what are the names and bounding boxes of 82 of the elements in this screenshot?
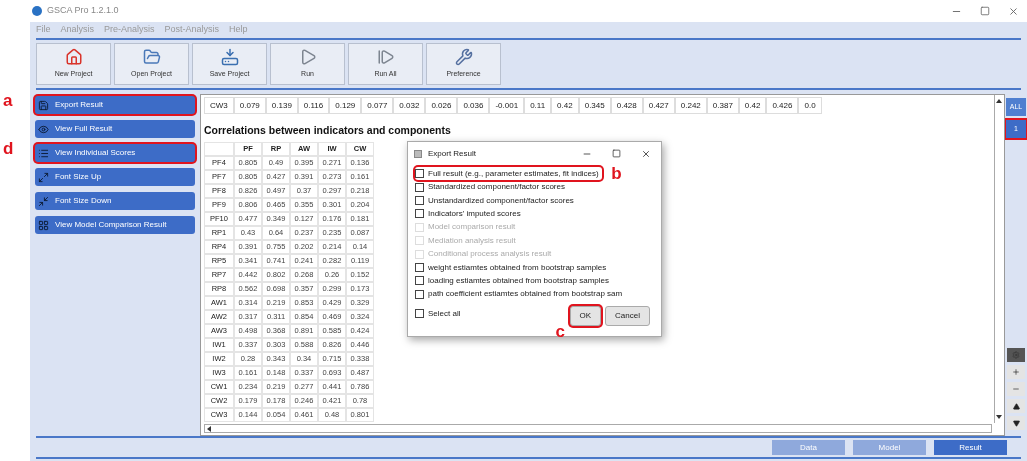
table-cell: 0.387 bbox=[706, 97, 739, 114]
checkbox[interactable] bbox=[415, 196, 424, 206]
plus-icon bbox=[1012, 368, 1020, 376]
shrink-icon bbox=[38, 195, 49, 207]
table-header bbox=[204, 141, 234, 156]
up-triangle-icon bbox=[1012, 402, 1020, 410]
step-icon bbox=[376, 48, 395, 67]
list-icon bbox=[38, 147, 49, 159]
app-icon bbox=[32, 6, 42, 16]
vertical-scrollbar[interactable] bbox=[994, 95, 1003, 423]
sidebar-button[interactable]: Export Result bbox=[35, 96, 195, 114]
folder-icon bbox=[142, 48, 161, 67]
checkbox-option[interactable]: loading estiamtes obtained from bootstrap samples bbox=[415, 274, 612, 288]
scroll-left-icon[interactable] bbox=[207, 425, 211, 432]
horizontal-scrollbar[interactable] bbox=[204, 424, 992, 433]
checkbox[interactable] bbox=[415, 169, 424, 179]
checkbox[interactable] bbox=[415, 263, 424, 272]
table-cell: 0.032 bbox=[393, 97, 426, 114]
checkbox-option[interactable]: Full result (e.g., parameter estimates, fit indices) bbox=[415, 167, 602, 181]
checkbox[interactable] bbox=[415, 289, 424, 299]
move-up-button[interactable] bbox=[1007, 399, 1025, 413]
table-cell: 0.116 bbox=[297, 97, 330, 114]
table-cell: 0.11 bbox=[524, 97, 552, 114]
table-cell: 0.129 bbox=[329, 97, 362, 114]
table-cell: 0.242 bbox=[674, 97, 707, 114]
table-cell: 0.345 bbox=[578, 97, 611, 114]
table-cell: 0.427 bbox=[642, 97, 675, 114]
sidebar-button[interactable]: Font Size Up bbox=[35, 168, 195, 186]
checkbox[interactable] bbox=[415, 182, 424, 192]
close-icon[interactable] bbox=[641, 148, 651, 159]
save-icon bbox=[38, 99, 49, 111]
select-all-checkbox[interactable]: Select all bbox=[415, 307, 461, 320]
scroll-down-icon[interactable] bbox=[996, 415, 1002, 419]
table-cell: 0.079 bbox=[233, 97, 266, 114]
table-cell: 0.42 bbox=[551, 97, 579, 114]
sidebar-button[interactable]: Font Size Down bbox=[35, 192, 195, 210]
annotation-letter: c bbox=[555, 323, 565, 340]
dialog-title: Export Result bbox=[428, 147, 477, 160]
table-cell: 0.428 bbox=[610, 97, 643, 114]
table-cell: 0.139 bbox=[265, 97, 298, 114]
grid-icon bbox=[38, 219, 49, 231]
window-title: GSCA Pro 1.2.1.0 bbox=[47, 4, 119, 18]
scroll-up-icon[interactable] bbox=[996, 99, 1002, 103]
drive-icon bbox=[220, 48, 239, 67]
tools-icon bbox=[454, 48, 473, 67]
table-cell: 0.077 bbox=[361, 97, 394, 114]
minus-icon bbox=[1012, 385, 1020, 393]
dialog-button[interactable]: OK bbox=[569, 306, 602, 326]
checkbox[interactable] bbox=[415, 209, 424, 219]
sidebar-button[interactable]: View Full Result bbox=[35, 120, 195, 138]
checkbox[interactable] bbox=[415, 276, 424, 286]
bottom-tab[interactable]: Result bbox=[934, 440, 1007, 455]
checkbox-option[interactable]: Unstandardized component/factor scores bbox=[415, 193, 577, 208]
annotation-letter: a bbox=[3, 92, 13, 109]
checkbox-option[interactable]: Indicators' imputed scores bbox=[415, 207, 524, 221]
table-cell: 0.426 bbox=[766, 97, 799, 114]
maximize-icon[interactable] bbox=[980, 5, 990, 16]
move-down-button[interactable] bbox=[1007, 416, 1025, 430]
maximize-icon[interactable] bbox=[612, 148, 621, 158]
checkbox-option[interactable]: Standardized component/factor scores bbox=[415, 180, 568, 194]
dialog-button[interactable]: Cancel bbox=[605, 306, 650, 326]
eye-icon bbox=[38, 123, 49, 135]
table-cell: 0.0 bbox=[798, 97, 822, 114]
grow-icon bbox=[38, 171, 49, 183]
annotation-letter: b bbox=[611, 165, 622, 183]
annotation-letter: d bbox=[3, 140, 14, 157]
table-cell: 0.026 bbox=[425, 97, 458, 114]
checkbox-option[interactable]: weight estiamtes obtained from bootstrap samples bbox=[415, 260, 610, 275]
checkbox[interactable] bbox=[415, 309, 424, 318]
section-heading: Correlations between indicators and components bbox=[204, 123, 452, 138]
table-cell: CW3 bbox=[204, 97, 234, 114]
gear-icon bbox=[1012, 351, 1020, 359]
checkbox-option[interactable]: path coefficient estiamtes obtained from bootstrap sam bbox=[415, 287, 626, 301]
house-icon bbox=[64, 48, 83, 67]
table-cell: 0.036 bbox=[457, 97, 490, 114]
table-cell: -0.001 bbox=[489, 97, 525, 114]
sidebar-button[interactable]: View Model Comparison Result bbox=[35, 216, 195, 234]
sidebar-button[interactable]: View Individual Scores bbox=[35, 144, 195, 162]
down-triangle-icon bbox=[1012, 419, 1020, 427]
table-cell: 0.42 bbox=[738, 97, 767, 114]
dialog-app-icon bbox=[414, 149, 422, 158]
close-icon[interactable] bbox=[1008, 5, 1019, 17]
